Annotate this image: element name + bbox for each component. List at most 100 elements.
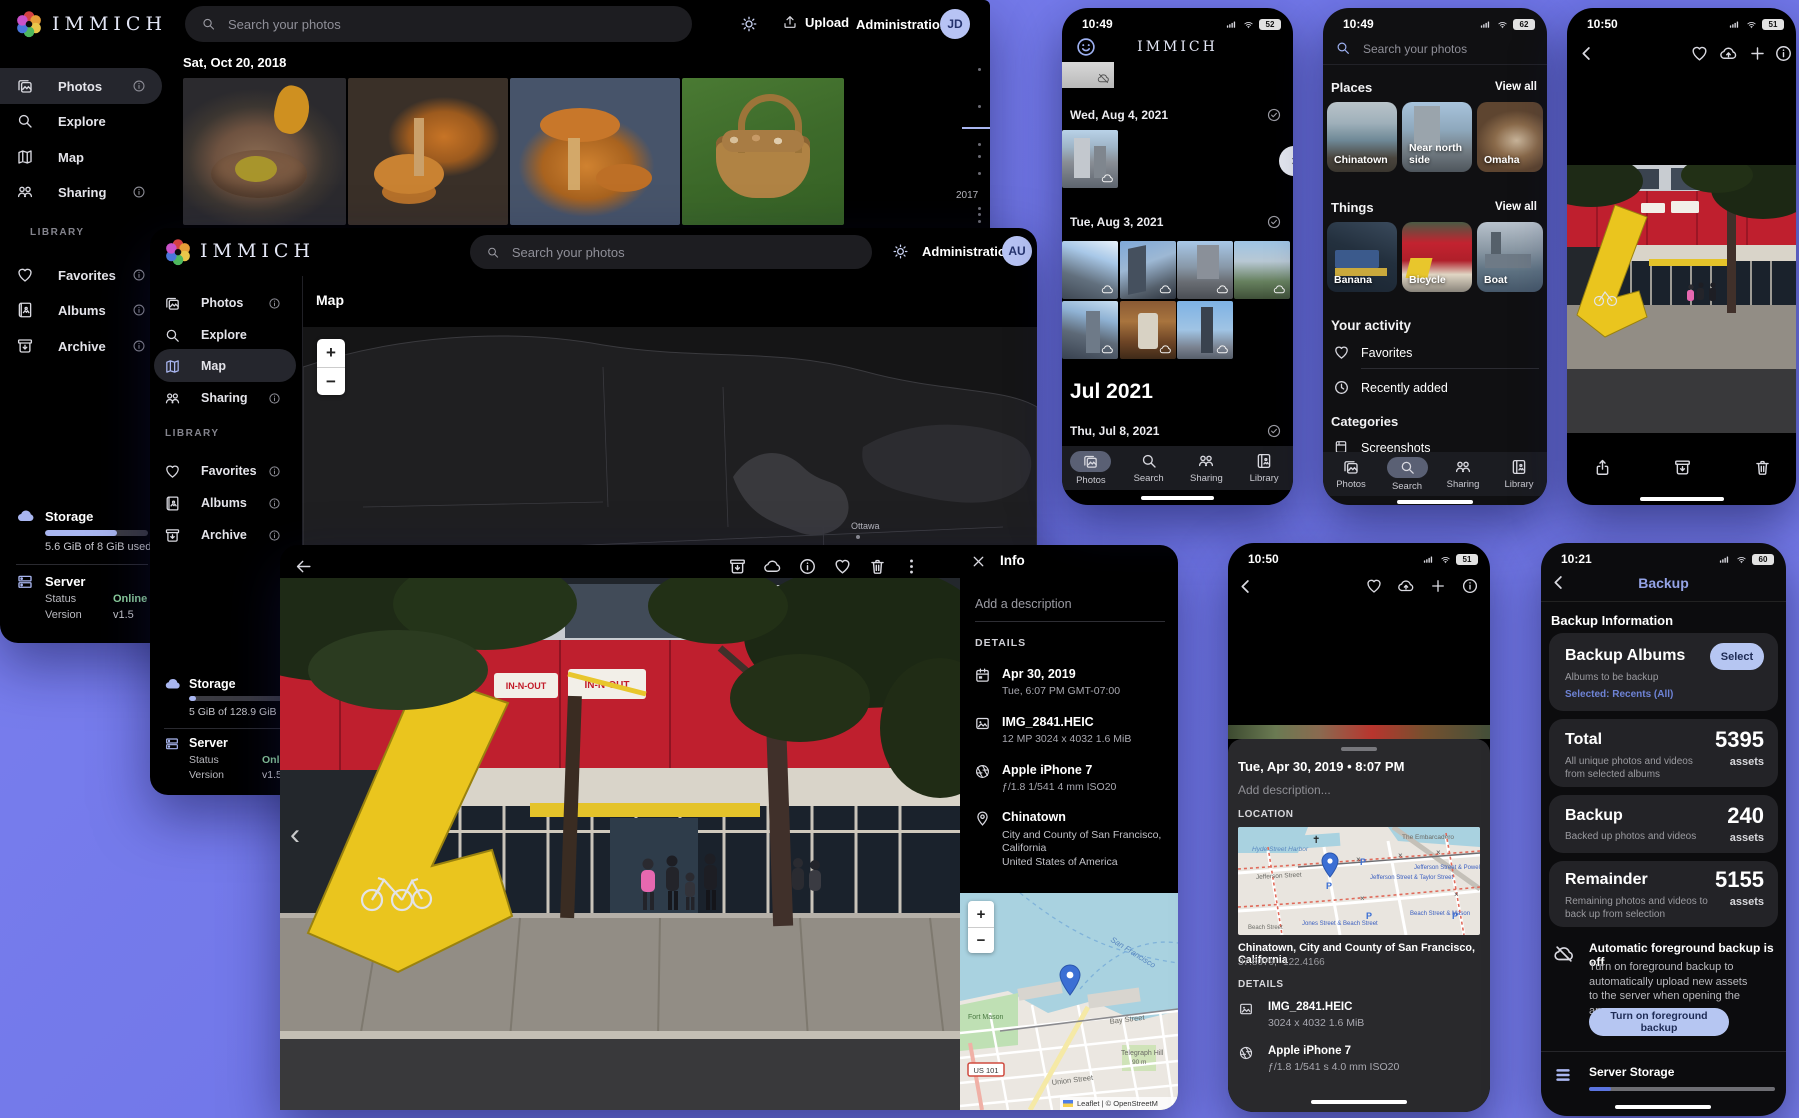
sidebar-row-explore[interactable]: Explore [0,104,162,138]
cloud-upload-icon[interactable] [1397,577,1415,595]
info-circle-icon[interactable] [132,303,146,317]
share-icon[interactable] [1593,458,1612,477]
search-input[interactable] [226,16,676,33]
sidebar-row-map[interactable]: Map [0,140,162,174]
place-card[interactable]: Chinatown [1327,102,1397,172]
archive-icon[interactable] [728,557,747,576]
more-options-icon[interactable] [902,557,921,576]
add-description-field[interactable]: Add a description [975,597,1072,611]
sidebar-row-photos[interactable]: Photos [154,286,302,320]
sidebar-row-map[interactable]: Map [154,349,302,383]
add-description-field[interactable]: Add description... [1238,783,1331,797]
select-day-icon[interactable] [1266,214,1282,230]
administration-link[interactable]: Administration [856,17,948,32]
administration-link[interactable]: Administration [922,244,1014,259]
info-circle-icon[interactable] [132,185,146,199]
favorite-icon[interactable] [833,557,852,576]
search-placeholder[interactable]: Search your photos [1363,42,1467,56]
place-card[interactable]: Near north side [1402,102,1472,172]
info-circle-icon[interactable] [268,297,281,310]
theme-toggle-icon[interactable] [740,15,758,33]
nav-sharing[interactable]: Sharing [1178,446,1236,490]
select-day-icon[interactable] [1266,107,1282,123]
back-icon[interactable] [294,557,313,576]
info-circle-icon[interactable] [268,392,281,405]
map-zoom-controls[interactable]: + − [317,339,345,395]
photo-thumbnail[interactable] [1062,130,1118,188]
zoom-in-button[interactable]: + [968,901,994,928]
zoom-in-button[interactable]: + [317,339,345,368]
sidebar-row-sharing[interactable]: Sharing [154,381,302,415]
home-indicator[interactable] [1615,1105,1711,1109]
trash-icon[interactable] [1753,458,1772,477]
map-zoom-controls[interactable]: + − [968,901,994,953]
theme-toggle-icon[interactable] [892,243,909,260]
favorite-icon[interactable] [1365,577,1383,595]
home-indicator[interactable] [1397,500,1473,504]
photo-viewer-image[interactable]: IN-N-OUT IN-N-OUT [280,578,960,1110]
sidebar-row-albums[interactable]: Albums [0,293,162,327]
back-chevron-icon[interactable] [1236,577,1255,596]
nav-library[interactable]: Library [1491,452,1547,496]
trash-icon[interactable] [868,557,887,576]
info-circle-icon[interactable] [132,339,146,353]
sidebar-row-explore[interactable]: Explore [154,318,302,352]
photo-thumbnail[interactable] [348,78,508,225]
detail-place[interactable]: Chinatown [1002,810,1066,824]
home-indicator[interactable] [1640,497,1724,501]
sidebar-row-albums[interactable]: Albums [154,486,302,520]
sidebar-row-archive[interactable]: Archive [0,329,162,363]
search-bar[interactable] [470,235,872,269]
cloud-upload-icon[interactable] [1719,44,1738,63]
sidebar-row-favorites[interactable]: Favorites [154,454,302,488]
place-card[interactable]: Omaha [1477,102,1543,172]
archive-icon[interactable] [1673,458,1692,477]
favorites-item[interactable]: Favorites [1361,346,1412,360]
info-icon[interactable] [1774,44,1793,63]
upload-button[interactable]: Upload [782,14,849,30]
add-icon[interactable] [1429,577,1447,595]
photo-thumbnail[interactable] [1177,241,1233,299]
location-mini-map[interactable]: Bay Street Union Street Fort Mason Teleg… [960,893,1178,1110]
select-day-icon[interactable] [1266,423,1282,439]
thing-card[interactable]: Boat [1477,222,1543,292]
info-icon[interactable] [798,557,817,576]
places-view-all[interactable]: View all [1495,81,1537,93]
favorite-icon[interactable] [1690,44,1709,63]
location-map-card[interactable]: ××××× PPPP ✝ Hyde Street Harbor Jefferso… [1238,827,1480,935]
info-circle-icon[interactable] [132,79,146,93]
home-indicator[interactable] [1311,1100,1407,1104]
photo-strip[interactable] [1228,725,1490,739]
user-avatar[interactable]: AU [1002,236,1032,266]
nav-search[interactable]: Search [1120,446,1178,490]
turn-on-foreground-backup-button[interactable]: Turn on foreground backup [1589,1008,1729,1036]
sidebar-row-sharing[interactable]: Sharing [0,175,162,209]
photo-thumbnail[interactable] [510,78,680,225]
back-chevron-icon[interactable] [1577,44,1596,63]
photo-thumbnail[interactable] [1177,301,1233,359]
info-circle-icon[interactable] [268,465,281,478]
nav-photos[interactable]: Photos [1323,452,1379,496]
user-avatar[interactable]: JD [940,9,970,39]
thing-card[interactable]: Bicycle [1402,222,1472,292]
photo-thumbnail[interactable] [183,78,346,225]
zoom-out-button[interactable]: − [968,928,994,953]
home-indicator[interactable] [1141,496,1214,500]
thing-card[interactable]: Banana [1327,222,1397,292]
add-icon[interactable] [1748,44,1767,63]
things-view-all[interactable]: View all [1495,201,1537,213]
timeline-scrubber-handle[interactable] [1279,146,1293,176]
nav-search[interactable]: Search [1379,452,1435,496]
photo-thumbnail[interactable] [1234,241,1290,299]
detail-bottom-sheet[interactable]: Tue, Apr 30, 2019 • 8:07 PM Add descript… [1228,739,1490,1112]
photo-image[interactable] [1567,165,1796,433]
photo-thumbnail-partial[interactable] [1062,62,1114,88]
info-circle-icon[interactable] [268,497,281,510]
info-circle-icon[interactable] [268,529,281,542]
nav-photos[interactable]: Photos [1062,446,1120,490]
sidebar-row-archive[interactable]: Archive [154,518,302,552]
cloud-icon[interactable] [763,557,782,576]
photo-thumbnail[interactable] [1062,241,1118,299]
search-bar[interactable] [185,6,692,42]
sidebar-row-photos[interactable]: Photos [0,69,162,103]
